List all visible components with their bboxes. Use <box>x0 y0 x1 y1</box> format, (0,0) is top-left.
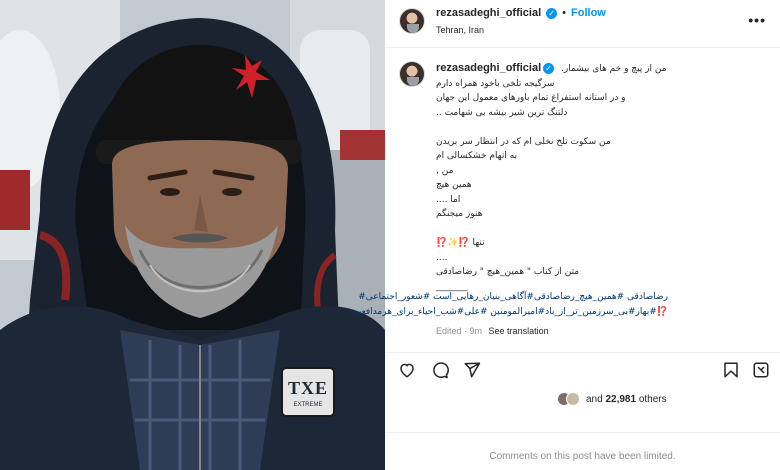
caption-line: من سکوت تلخ نخلی ام که در انتظار سر برید… <box>436 136 611 147</box>
post-photo: TXE EXTREME <box>0 0 385 470</box>
caption-line <box>436 222 674 237</box>
more-options-icon[interactable]: ••• <box>748 12 766 28</box>
author-username[interactable]: rezasadeghi_official <box>436 7 541 19</box>
caption-line <box>436 120 674 135</box>
caption-line: من از پیچ و خم های بیشمار. <box>561 64 667 74</box>
heart-icon[interactable] <box>398 361 416 379</box>
likes-number: 22,981 <box>605 394 637 405</box>
caption-line: همین هیچ <box>436 180 472 190</box>
caption-text: من از پیچ و خم های بیشمار. سرگیجه تلخی ب… <box>436 62 674 294</box>
caption-line: به اتهام خشکسالی ام <box>436 151 518 161</box>
follow-button[interactable]: Follow <box>571 7 606 19</box>
post-location[interactable]: Tehran, Iran <box>436 25 484 35</box>
hashtag-line[interactable]: رضاصادقی #همین_هیچ_رضاصادقی#آگاهی_بنیان_… <box>358 290 668 305</box>
caption-line: .... <box>436 252 448 263</box>
post-side-panel: rezasadeghi_official ✓ • Follow Tehran, … <box>353 0 780 470</box>
likes-row: and 22,981 others <box>385 390 780 410</box>
share-icon[interactable] <box>463 361 481 379</box>
liker-avatars <box>557 392 585 408</box>
comments-limited-notice: Comments on this post have been limited. <box>385 432 780 470</box>
jacket-logo-text: TXE <box>287 378 328 398</box>
caption-line: تنها ⁉️✨⁉️ <box>436 238 485 248</box>
caption-line: و در استانه استفراغ تمام باورهای معمول ا… <box>436 93 626 103</box>
caption-line: اما .... <box>436 194 461 205</box>
caption-meta: Edited · 9m See translation <box>436 326 549 336</box>
jacket-logo-subtext: EXTREME <box>293 402 323 408</box>
photo-illustration <box>0 0 385 470</box>
likes-count[interactable]: and 22,981 others <box>586 394 667 405</box>
verified-badge-icon: ✓ <box>546 7 558 19</box>
caption-line: سرگیجه تلخی باخود همراه دارم <box>436 78 555 89</box>
caption-line: دلتنگ ترین شیر بیشه بی شهامت .. <box>436 107 568 118</box>
post-action-bar <box>385 352 780 386</box>
bookmark-icon[interactable] <box>722 361 740 379</box>
post-caption: rezasadeghi_official ✓ من از پیچ و خم ها… <box>353 56 780 346</box>
likes-suffix: others <box>638 394 667 405</box>
likes-connector: and <box>586 394 603 405</box>
post-header: rezasadeghi_official ✓ • Follow Tehran, … <box>385 0 780 48</box>
caption-line: هنوز میجنگم <box>436 209 483 219</box>
comment-icon[interactable] <box>431 361 449 379</box>
liker-avatar <box>566 392 580 406</box>
caption-line: من , <box>436 165 454 176</box>
caption-author-avatar[interactable] <box>399 61 425 87</box>
caption-hashtags[interactable]: رضاصادقی #همین_هیچ_رضاصادقی#آگاهی_بنیان_… <box>353 290 668 320</box>
separator-dot: • <box>562 7 567 19</box>
caption-line: متن از کتاب " همین_هیچ " رضاصادقی <box>436 267 580 277</box>
edited-timestamp: Edited · 9m <box>436 326 483 336</box>
see-translation-link[interactable]: See translation <box>489 326 549 336</box>
hashtag-line[interactable]: ⁉️#بهار#بی_سرزمین_تر_از_باد#امیرالمومنین… <box>353 305 668 320</box>
author-avatar[interactable] <box>399 8 425 34</box>
more-actions-icon[interactable] <box>752 361 770 379</box>
